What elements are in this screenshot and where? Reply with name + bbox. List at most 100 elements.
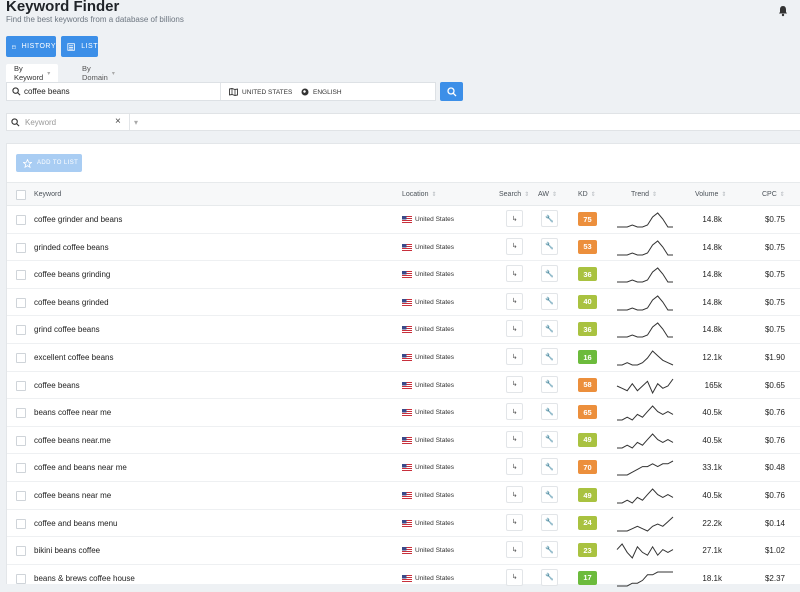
serp-button[interactable]: ↳	[506, 458, 523, 476]
adwords-button[interactable]: 🔧	[541, 486, 558, 503]
location-select[interactable]: UNITED STATES	[229, 88, 292, 96]
adwords-button[interactable]: 🔧	[541, 458, 558, 476]
divider	[220, 83, 221, 100]
keyword-text[interactable]: coffee beans grinding	[34, 270, 110, 279]
serp-button[interactable]: ↳	[506, 375, 523, 393]
search-button[interactable]	[440, 82, 463, 101]
keyword-input[interactable]: coffee beans	[24, 87, 70, 96]
row-checkbox[interactable]	[16, 435, 26, 446]
column-location[interactable]: Location ⇕	[402, 191, 437, 198]
serp-button[interactable]: ↳	[506, 237, 523, 255]
serp-button[interactable]: ↳	[506, 292, 523, 310]
list-button[interactable]: LIST	[61, 36, 98, 57]
serp-button[interactable]: ↳	[506, 568, 523, 586]
table-row[interactable]: coffee and beans menu United States ↳ 🔧 …	[7, 510, 800, 538]
keyword-text[interactable]: coffee beans near me	[34, 491, 111, 500]
column-kd[interactable]: KD ⇕	[578, 191, 596, 198]
keyword-text[interactable]: bikini beans coffee	[34, 546, 100, 555]
keyword-text[interactable]: coffee beans grinded	[34, 298, 109, 307]
row-checkbox[interactable]	[16, 297, 26, 308]
bell-icon[interactable]	[777, 5, 789, 17]
row-checkbox[interactable]	[16, 270, 26, 281]
tab-by-domain[interactable]: By Domain ▾	[82, 64, 115, 82]
serp-button[interactable]: ↳	[506, 210, 523, 227]
row-checkbox[interactable]	[16, 353, 26, 363]
serp-button[interactable]: ↳	[506, 541, 523, 559]
filter-icon[interactable]: ▾	[134, 118, 138, 127]
table-row[interactable]: coffee beans grinding United States ↳ 🔧 …	[7, 261, 800, 289]
table-row[interactable]: grind coffee beans United States ↳ 🔧 36	[7, 316, 800, 344]
adwords-button[interactable]: 🔧	[541, 568, 558, 586]
close-icon[interactable]: ×	[115, 116, 121, 127]
row-checkbox[interactable]	[16, 546, 26, 557]
language-select[interactable]: ENGLISH	[301, 88, 342, 96]
serp-button[interactable]: ↳	[506, 348, 523, 365]
adwords-button[interactable]: 🔧	[541, 210, 558, 227]
table-row[interactable]: beans & brews coffee house United States…	[7, 565, 800, 592]
column-volume[interactable]: Volume ⇕	[695, 191, 726, 198]
tab-by-keyword[interactable]: By Keyword ▾	[6, 64, 59, 82]
table-row[interactable]: bikini beans coffee United States ↳ 🔧 23	[7, 537, 800, 565]
table-row[interactable]: coffee beans near.me United States ↳ 🔧 4…	[7, 427, 800, 455]
table-row[interactable]: coffee beans grinded United States ↳ 🔧 4…	[7, 289, 800, 317]
kd-badge: 65	[578, 405, 597, 420]
keyword-text[interactable]: coffee and beans near me	[34, 463, 127, 472]
adwords-button[interactable]: 🔧	[541, 237, 558, 255]
search-icon	[12, 87, 21, 96]
row-checkbox[interactable]	[16, 463, 26, 474]
column-trend[interactable]: Trend ⇕	[631, 191, 657, 198]
column-aw[interactable]: AW ⇕	[538, 191, 557, 198]
search-icon	[11, 118, 20, 127]
adwords-button[interactable]: 🔧	[541, 265, 558, 283]
adwords-button[interactable]: 🔧	[541, 292, 558, 310]
keyword-text[interactable]: coffee and beans menu	[34, 519, 117, 528]
adwords-button[interactable]: 🔧	[541, 513, 558, 531]
serp-arrow-icon: ↳	[511, 298, 518, 306]
table-row[interactable]: coffee beans United States ↳ 🔧 58 165k $…	[7, 372, 800, 400]
row-checkbox[interactable]	[16, 325, 26, 336]
add-to-list-button[interactable]: ADD TO LIST	[16, 154, 82, 172]
table-row[interactable]: excellent coffee beans United States ↳ 🔧	[7, 344, 800, 372]
serp-button[interactable]: ↳	[506, 430, 523, 448]
table-row[interactable]: coffee beans near me United States ↳ 🔧 4…	[7, 482, 800, 510]
results-panel: ADD TO LIST Keyword Location ⇕ Search ⇕ AW…	[6, 143, 800, 592]
cpc-value: $0.14	[764, 518, 785, 528]
column-cpc[interactable]: CPC ⇕	[762, 191, 785, 198]
adwords-button[interactable]: 🔧	[541, 320, 558, 338]
row-checkbox[interactable]	[16, 215, 26, 225]
adwords-button[interactable]: 🔧	[541, 541, 558, 559]
adwords-button[interactable]: 🔧	[541, 430, 558, 448]
keyword-filter-input[interactable]: Keyword	[25, 118, 56, 127]
serp-button[interactable]: ↳	[506, 513, 523, 531]
keyword-text[interactable]: excellent coffee beans	[34, 353, 113, 362]
keyword-text[interactable]: grind coffee beans	[34, 325, 100, 334]
table-row[interactable]: grinded coffee beans United States ↳ 🔧 5…	[7, 234, 800, 262]
row-checkbox[interactable]	[16, 518, 26, 529]
row-checkbox[interactable]	[16, 408, 26, 419]
row-checkbox[interactable]	[16, 491, 26, 501]
select-all-checkbox[interactable]	[16, 190, 26, 200]
serp-button[interactable]: ↳	[506, 403, 523, 421]
serp-button[interactable]: ↳	[506, 320, 523, 338]
serp-button[interactable]: ↳	[506, 486, 523, 503]
keyword-text[interactable]: coffee beans	[34, 381, 80, 390]
table-row[interactable]: coffee and beans near me United States ↳…	[7, 454, 800, 482]
column-keyword[interactable]: Keyword	[34, 191, 61, 198]
keyword-text[interactable]: grinded coffee beans	[34, 243, 109, 252]
adwords-button[interactable]: 🔧	[541, 348, 558, 365]
serp-arrow-icon: ↳	[511, 519, 518, 527]
keyword-text[interactable]: coffee grinder and beans	[34, 215, 122, 224]
column-search[interactable]: Search ⇕	[499, 191, 529, 198]
row-checkbox[interactable]	[16, 242, 26, 253]
adwords-button[interactable]: 🔧	[541, 375, 558, 393]
table-row[interactable]: beans coffee near me United States ↳ 🔧 6…	[7, 399, 800, 427]
row-checkbox[interactable]	[16, 573, 26, 584]
history-button[interactable]: HISTORY	[6, 36, 56, 57]
table-row[interactable]: coffee grinder and beans United States ↳…	[7, 206, 800, 234]
adwords-button[interactable]: 🔧	[541, 403, 558, 421]
keyword-text[interactable]: beans coffee near me	[34, 408, 111, 417]
keyword-text[interactable]: coffee beans near.me	[34, 436, 111, 445]
serp-button[interactable]: ↳	[506, 265, 523, 283]
row-checkbox[interactable]	[16, 380, 26, 391]
keyword-text[interactable]: beans & brews coffee house	[34, 574, 135, 583]
